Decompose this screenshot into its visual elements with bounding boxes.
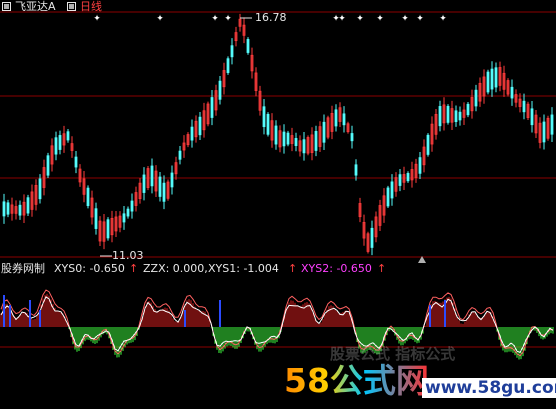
- price-candle-body: [486, 71, 490, 93]
- period-label[interactable]: 日线: [80, 1, 102, 13]
- watermark-logo: 58公式网: [284, 354, 429, 402]
- top-marker-icon: ✦: [401, 14, 409, 24]
- period-icon[interactable]: [67, 2, 76, 11]
- top-marker-icon: ✦: [416, 14, 424, 24]
- price-candle-body: [398, 174, 402, 186]
- price-candle-body: [150, 165, 154, 187]
- price-candle-body: [246, 39, 250, 53]
- price-candle-body: [390, 181, 394, 199]
- price-candle-body: [158, 176, 162, 197]
- price-candle-body: [370, 227, 374, 248]
- price-candle-body: [454, 110, 458, 123]
- price-candle-body: [6, 202, 10, 215]
- xys0-line: [0, 296, 554, 354]
- price-candle-body: [226, 58, 230, 73]
- price-candle-body: [170, 172, 174, 188]
- watermark-url: www.58gu.com: [422, 378, 556, 398]
- high-price-label: 16.78: [255, 11, 287, 24]
- price-candle-body: [334, 109, 338, 127]
- xys0-arrow-icon: ↑: [129, 262, 139, 275]
- top-marker-icon: ✦: [356, 14, 364, 24]
- price-candle-body: [530, 108, 534, 126]
- price-candle-body: [46, 155, 50, 176]
- price-candle-body: [466, 103, 470, 116]
- price-candle-body: [54, 137, 58, 155]
- stock-name: 飞亚达A: [15, 0, 56, 13]
- xys2-arrow-icon: ↑: [377, 262, 387, 275]
- top-marker-icon: ✦: [224, 14, 232, 24]
- price-candle-body: [550, 114, 554, 135]
- price-candle-body: [350, 133, 354, 142]
- price-candle-body: [198, 116, 202, 136]
- price-candle-body: [210, 97, 214, 118]
- xys0-value: XYS0: -0.650: [54, 262, 125, 275]
- price-candle-body: [314, 130, 318, 151]
- price-candle-body: [458, 111, 462, 121]
- xys2-value: XYS2: -0.650: [301, 262, 372, 275]
- price-candle-body: [406, 173, 410, 182]
- xys1-line: [0, 289, 553, 357]
- stock-chart-window: ✦ ✦ ✦ ✦ ✦ ✦ ✦ ✦ ✦ ✦ ✦ 飞亚达A 日线 16.78 11.03 股券网制 XYS…: [0, 0, 556, 409]
- xys1-arrow-icon: ↑: [288, 262, 298, 275]
- price-candle-body: [494, 67, 498, 88]
- price-candle-body: [446, 105, 450, 123]
- price-candle-body: [66, 131, 70, 141]
- price-candle-body: [26, 197, 30, 214]
- price-candle-body: [218, 80, 222, 100]
- price-candle-body: [418, 157, 422, 174]
- top-marker-icon: ✦: [211, 14, 219, 24]
- price-candle-body: [354, 164, 358, 176]
- top-marker-icon: ✦: [338, 14, 346, 24]
- price-candle-body: [106, 219, 110, 239]
- watermark-logo-text: 58公式网: [284, 361, 429, 400]
- price-candle-body: [190, 126, 194, 141]
- price-candle-body: [126, 208, 130, 217]
- price-candle-body: [142, 174, 146, 193]
- price-candle-body: [94, 208, 98, 229]
- zzx-value: ZZX: 0.000,: [143, 262, 208, 275]
- window-menu-icon[interactable]: [2, 2, 11, 11]
- low-price-label: 11.03: [112, 249, 144, 262]
- price-candle-body: [474, 89, 478, 107]
- price-candle-body: [74, 156, 78, 168]
- price-candle-body: [522, 100, 526, 113]
- price-candle-body: [38, 178, 42, 200]
- price-candle-body: [178, 150, 182, 160]
- price-candle-body: [542, 121, 546, 143]
- price-candle-body: [286, 132, 290, 145]
- price-candle-body: [274, 125, 278, 145]
- price-candle-body: [58, 135, 62, 150]
- price-candle-body: [162, 182, 166, 202]
- price-candle-body: [322, 121, 326, 143]
- indicator-name: 股券网制: [1, 262, 45, 275]
- price-candle-body: [438, 106, 442, 127]
- price-candle-body: [426, 134, 430, 155]
- price-candle-body: [2, 201, 6, 217]
- chart-canvas[interactable]: ✦ ✦ ✦ ✦ ✦✦ ✦ ✦ ✦ ✦ ✦: [0, 0, 556, 409]
- price-candle-body: [294, 138, 298, 146]
- top-marker-icon: ✦: [93, 14, 101, 24]
- xys1-value: XYS1: -1.004: [208, 262, 279, 275]
- price-candle-body: [282, 131, 286, 147]
- price-candle-body: [386, 187, 390, 207]
- price-candle-body: [302, 139, 306, 154]
- price-candle-body: [342, 113, 346, 126]
- price-candle-body: [122, 213, 126, 223]
- price-candle-body: [266, 113, 270, 135]
- price-candle-body: [510, 86, 514, 99]
- price-candle-body: [18, 204, 22, 216]
- price-candle-body: [86, 187, 90, 207]
- price-candle-body: [130, 200, 134, 212]
- top-marker-icon: ✦: [439, 14, 447, 24]
- top-marker-icon: ✦: [376, 14, 384, 24]
- price-candle-body: [262, 106, 266, 128]
- price-candle-body: [230, 45, 234, 58]
- top-marker-icon: ✦: [156, 14, 164, 24]
- price-candle-body: [490, 68, 494, 90]
